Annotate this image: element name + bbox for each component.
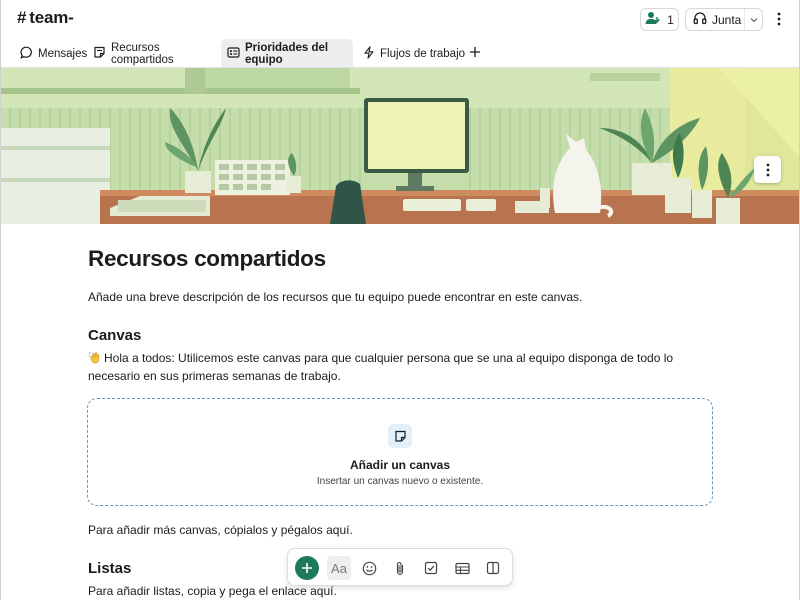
columns-icon[interactable] <box>481 556 505 580</box>
person-icon <box>645 11 661 28</box>
copy-hint-text[interactable]: Para añadir más canvas, cópialos y pégal… <box>88 523 353 537</box>
tab-label: Mensajes <box>38 47 88 60</box>
section-heading-canvas[interactable]: Canvas <box>88 327 141 344</box>
emoji-icon[interactable] <box>357 556 381 580</box>
add-canvas-title: Añadir un canvas <box>349 458 451 472</box>
add-canvas-dropzone[interactable]: Añadir un canvas Insertar un canvas nuev… <box>87 398 713 506</box>
checklist-icon[interactable] <box>419 556 443 580</box>
add-canvas-subtitle: Insertar un canvas nuevo o existente. <box>316 476 484 487</box>
add-icon[interactable] <box>295 556 319 580</box>
tab-label: Recursos compartidos <box>111 41 174 66</box>
paperclip-icon[interactable] <box>388 556 412 580</box>
members-count: 1 <box>667 12 674 27</box>
lightning-icon <box>363 45 375 62</box>
page-description[interactable]: Añade una breve descripción de los recur… <box>88 290 582 304</box>
canvas-paragraph[interactable]: Hola a todos: Utilicemos este canvas par… <box>88 349 724 385</box>
huddle-button[interactable]: Junta <box>685 8 763 31</box>
listas-paragraph[interactable]: Para añadir listas, copia y pega el enla… <box>88 584 337 598</box>
message-bubble-icon <box>20 46 33 62</box>
canvas-paragraph-text: Hola a todos: Utilicemos este canvas par… <box>88 351 674 383</box>
channel-hash: # <box>17 8 27 27</box>
section-heading-listas[interactable]: Listas <box>88 560 131 577</box>
huddle-label: Junta <box>712 12 742 27</box>
tab-flujos-de-trabajo[interactable]: Flujos de trabajo <box>357 39 471 68</box>
channel-tabs: Mensajes Recursos compartidos Prioridade… <box>0 38 800 69</box>
tab-prioridades-del-equipo[interactable]: Prioridades del equipo <box>221 39 353 68</box>
channel-name: team- <box>29 8 74 27</box>
chevron-down-icon[interactable] <box>745 17 762 23</box>
headphones-icon <box>693 11 707 28</box>
channel-header: # team- 1 Junta <box>0 0 800 38</box>
channel-title[interactable]: # team- <box>17 8 74 28</box>
add-tab-icon[interactable] <box>466 43 484 61</box>
canvas-doc-icon <box>93 46 106 62</box>
canvas-toolbar: Aa <box>287 548 513 586</box>
members-button[interactable]: 1 <box>640 8 679 31</box>
list-card-icon <box>227 46 240 62</box>
huddle-start[interactable]: Junta <box>686 9 746 30</box>
page-title[interactable]: Recursos compartidos <box>88 246 326 272</box>
canvas-doc-icon <box>388 424 412 448</box>
text-format-button[interactable]: Aa <box>327 556 351 580</box>
tab-mensajes[interactable]: Mensajes <box>14 39 93 68</box>
canvas-banner-illustration <box>0 68 800 224</box>
more-options-icon[interactable] <box>772 9 786 29</box>
tab-recursos-compartidos[interactable]: Recursos compartidos <box>87 39 218 69</box>
tab-label: Prioridades del equipo <box>245 41 329 66</box>
table-icon[interactable] <box>450 556 474 580</box>
waving-hand-icon <box>88 351 101 364</box>
banner-more-options-icon[interactable] <box>754 156 781 183</box>
tab-label: Flujos de trabajo <box>380 47 466 60</box>
